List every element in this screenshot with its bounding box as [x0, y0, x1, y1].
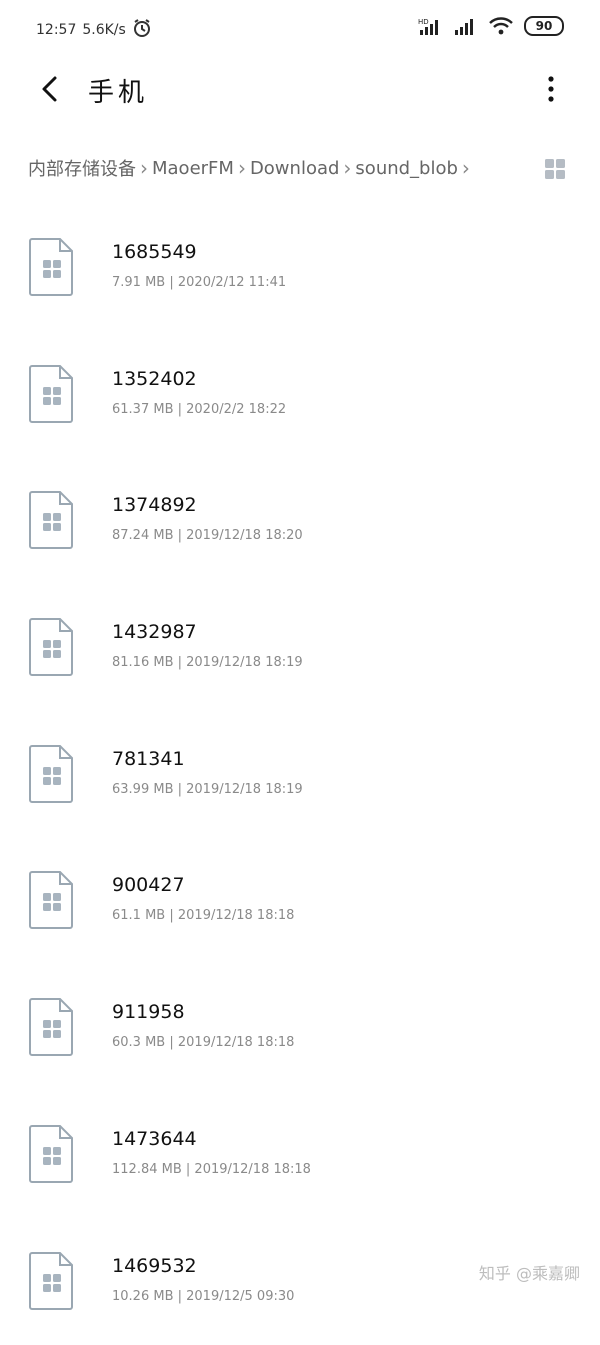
file-meta: 61.1 MB | 2019/12/18 18:18 [112, 908, 294, 923]
network-speed: 5.6K/s [82, 22, 125, 38]
status-time: 12:57 [36, 22, 76, 38]
file-name: 1432987 [112, 621, 197, 643]
chevron-right-icon: › [238, 156, 246, 180]
file-icon [28, 1124, 76, 1184]
file-icon [28, 364, 76, 424]
file-name: 1685549 [112, 241, 197, 263]
breadcrumb: 内部存储设备 › MaoerFM › Download › sound_blob… [28, 150, 528, 186]
chevron-right-icon: › [140, 156, 148, 180]
file-size: 63.99 MB [112, 782, 173, 797]
file-icon [28, 870, 76, 930]
file-name: 1469532 [112, 1255, 197, 1277]
file-size: 61.37 MB [112, 402, 173, 417]
status-right: HD 90 [418, 16, 564, 36]
battery-indicator: 90 [524, 16, 564, 36]
file-icon [28, 997, 76, 1057]
file-meta: 81.16 MB | 2019/12/18 18:19 [112, 655, 303, 670]
breadcrumb-item[interactable]: MaoerFM [152, 158, 234, 179]
list-item[interactable]: 900427 61.1 MB | 2019/12/18 18:18 [0, 838, 600, 965]
file-size: 7.91 MB [112, 275, 165, 290]
list-item[interactable]: 1473644 112.84 MB | 2019/12/18 18:18 [0, 1092, 600, 1219]
svg-text:HD: HD [418, 18, 429, 26]
file-meta: 60.3 MB | 2019/12/18 18:18 [112, 1035, 294, 1050]
title-bar: 手机 [0, 60, 600, 120]
file-size: 61.1 MB [112, 908, 165, 923]
file-list: 1685549 7.91 MB | 2020/2/12 11:41 135240… [0, 205, 600, 1345]
file-size: 87.24 MB [112, 528, 173, 543]
file-name: 1473644 [112, 1128, 197, 1150]
hd-signal-icon: HD [418, 16, 444, 36]
page-title: 手机 [88, 72, 148, 109]
file-meta: 63.99 MB | 2019/12/18 18:19 [112, 782, 303, 797]
file-date: 2019/12/5 09:30 [186, 1289, 294, 1304]
file-icon [28, 1251, 76, 1311]
chevron-right-icon: › [462, 156, 470, 180]
file-size: 112.84 MB [112, 1162, 182, 1177]
status-left: 12:57 5.6K/s [36, 18, 152, 42]
file-size: 60.3 MB [112, 1035, 165, 1050]
breadcrumb-item[interactable]: sound_blob [355, 158, 458, 179]
file-date: 2019/12/18 18:18 [194, 1162, 311, 1177]
file-date: 2019/12/18 18:18 [178, 908, 295, 923]
list-item[interactable]: 1352402 61.37 MB | 2020/2/2 18:22 [0, 332, 600, 459]
file-name: 781341 [112, 748, 185, 770]
file-meta: 7.91 MB | 2020/2/12 11:41 [112, 275, 286, 290]
list-item[interactable]: 1374892 87.24 MB | 2019/12/18 18:20 [0, 458, 600, 585]
alarm-icon [132, 18, 152, 42]
list-item[interactable]: 1432987 81.16 MB | 2019/12/18 18:19 [0, 585, 600, 712]
watermark: 知乎 @乘嘉卿 [479, 1260, 580, 1284]
list-item[interactable]: 781341 63.99 MB | 2019/12/18 18:19 [0, 712, 600, 839]
file-name: 1352402 [112, 368, 197, 390]
breadcrumb-item[interactable]: 内部存储设备 [28, 155, 136, 181]
file-meta: 87.24 MB | 2019/12/18 18:20 [112, 528, 303, 543]
breadcrumb-item[interactable]: Download [250, 158, 339, 179]
list-item[interactable]: 911958 60.3 MB | 2019/12/18 18:18 [0, 965, 600, 1092]
file-date: 2020/2/2 18:22 [186, 402, 286, 417]
file-date: 2019/12/18 18:19 [186, 655, 303, 670]
file-icon [28, 237, 76, 297]
grid-view-icon[interactable] [544, 158, 566, 180]
file-meta: 112.84 MB | 2019/12/18 18:18 [112, 1162, 311, 1177]
file-size: 10.26 MB [112, 1289, 173, 1304]
chevron-left-icon[interactable] [36, 74, 66, 104]
chevron-right-icon: › [343, 156, 351, 180]
file-meta: 61.37 MB | 2020/2/2 18:22 [112, 402, 286, 417]
file-icon [28, 617, 76, 677]
file-date: 2019/12/18 18:20 [186, 528, 303, 543]
file-date: 2019/12/18 18:18 [178, 1035, 295, 1050]
file-date: 2020/2/12 11:41 [178, 275, 286, 290]
file-icon [28, 490, 76, 550]
file-date: 2019/12/18 18:19 [186, 782, 303, 797]
file-size: 81.16 MB [112, 655, 173, 670]
file-name: 900427 [112, 874, 185, 896]
status-bar: 12:57 5.6K/s HD 90 [0, 0, 600, 60]
signal-icon [454, 16, 478, 36]
file-name: 911958 [112, 1001, 185, 1023]
file-name: 1374892 [112, 494, 197, 516]
wifi-icon [488, 16, 514, 36]
more-vertical-icon[interactable] [546, 74, 556, 104]
list-item[interactable]: 1685549 7.91 MB | 2020/2/12 11:41 [0, 205, 600, 332]
file-meta: 10.26 MB | 2019/12/5 09:30 [112, 1289, 294, 1304]
file-icon [28, 744, 76, 804]
